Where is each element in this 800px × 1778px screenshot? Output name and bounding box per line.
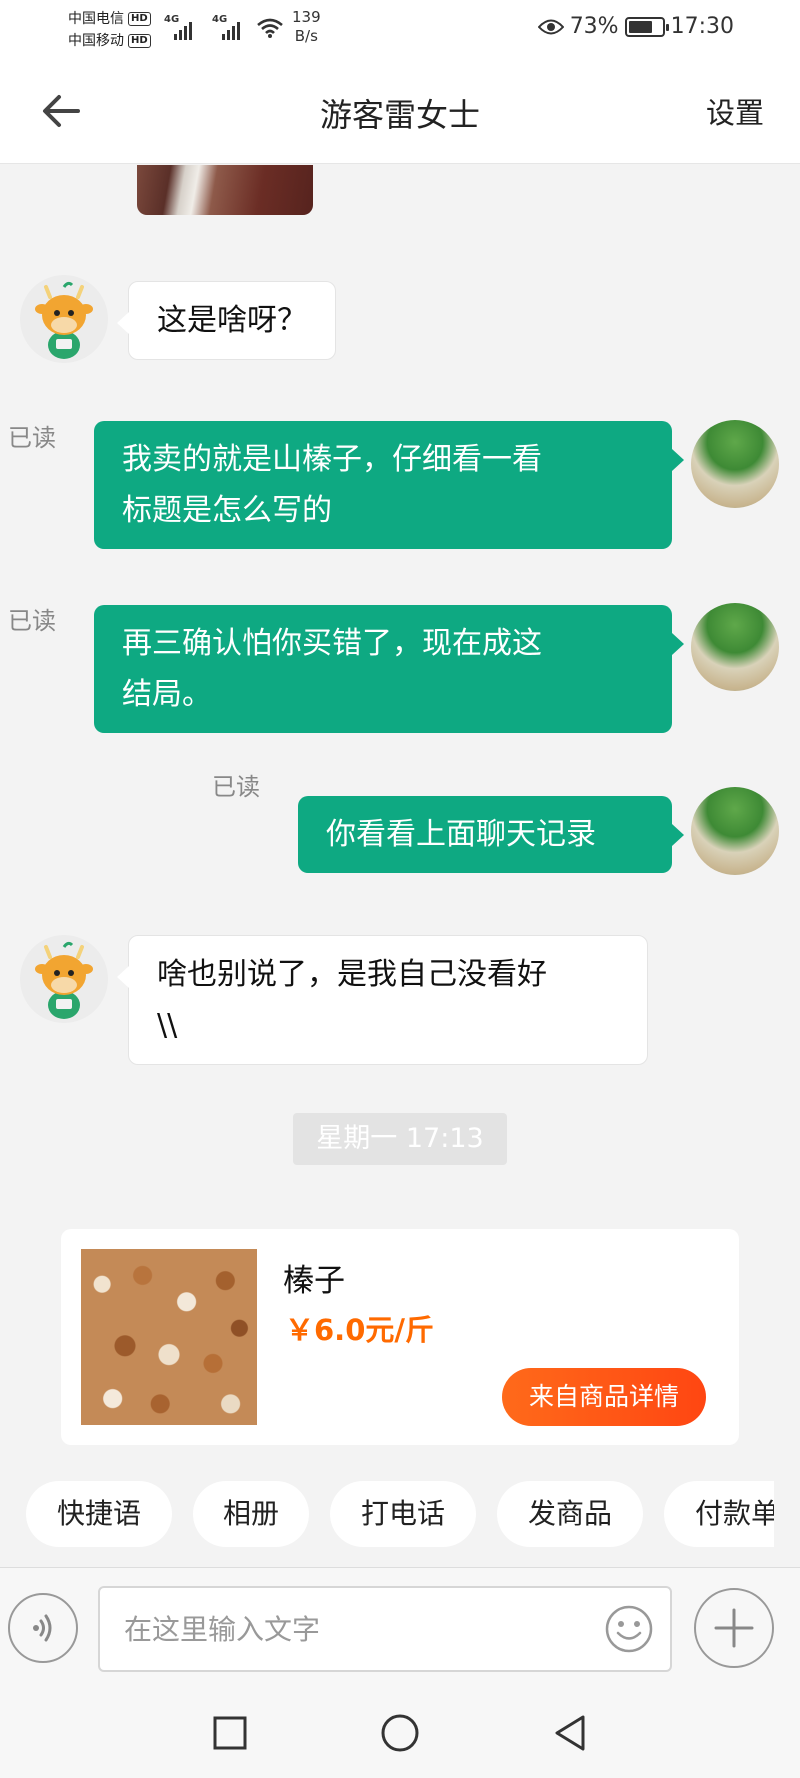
status-bar: 中国电信 HD 中国移动 HD 4G 4G 139 B/s 73% 17:30 xyxy=(0,0,800,58)
input-bar xyxy=(0,1567,800,1689)
message-text: 你看看上面聊天记录 xyxy=(326,817,596,852)
message-bubble[interactable]: 我卖的就是山榛子，仔细看一看 标题是怎么写的 xyxy=(94,421,684,549)
product-name: 榛子 xyxy=(283,1263,345,1299)
cow-mascot-icon xyxy=(35,281,93,359)
carrier-1: 中国电信 xyxy=(68,11,124,27)
nav-circle-icon xyxy=(381,1714,419,1752)
settings-button[interactable]: 设置 xyxy=(706,90,764,132)
hd-badge: HD xyxy=(128,12,151,26)
product-price: ￥6.0元/斤 xyxy=(285,1313,434,1347)
message-text-line: 结局。 xyxy=(122,677,212,712)
quick-phrases-chip[interactable]: 快捷语 xyxy=(26,1481,172,1547)
buyer-avatar[interactable] xyxy=(20,935,108,1023)
call-chip[interactable]: 打电话 xyxy=(330,1481,476,1547)
message-text-line: 啥也别说了，是我自己没看好 xyxy=(157,957,547,992)
page-title: 游客雷女士 xyxy=(319,96,480,134)
back-nav-button[interactable] xyxy=(548,1711,592,1755)
message-text-line: 标题是怎么写的 xyxy=(122,493,332,528)
cow-mascot-icon xyxy=(35,941,93,1019)
seller-avatar[interactable] xyxy=(691,787,779,875)
product-card[interactable]: 榛子 ￥6.0元/斤 来自商品详情 xyxy=(61,1229,739,1445)
status-right: 73% 17:30 xyxy=(537,14,734,39)
home-button[interactable] xyxy=(378,1711,422,1755)
message-bubble[interactable]: 啥也别说了，是我自己没看好 \\ xyxy=(117,935,648,1065)
message-bubble[interactable]: 你看看上面聊天记录 xyxy=(298,796,684,873)
message-input[interactable] xyxy=(100,1588,600,1670)
buyer-avatar[interactable] xyxy=(20,275,108,363)
system-nav-bar xyxy=(0,1689,800,1778)
signal-icon: 4G xyxy=(212,14,246,40)
more-options-button[interactable] xyxy=(694,1588,774,1668)
message-bubble[interactable]: 这是啥呀？ xyxy=(117,281,336,360)
seller-avatar[interactable] xyxy=(691,420,779,508)
emoji-icon[interactable] xyxy=(604,1604,654,1654)
image-message[interactable] xyxy=(137,165,313,215)
send-product-chip[interactable]: 发商品 xyxy=(497,1481,643,1547)
read-receipt: 已读 xyxy=(8,424,56,452)
message-bubble[interactable]: 再三确认怕你买错了，现在成这 结局。 xyxy=(94,605,684,733)
net-speed-unit: B/s xyxy=(294,27,318,45)
payment-chip[interactable]: 付款单 xyxy=(664,1481,774,1547)
carrier-2: 中国移动 xyxy=(68,33,124,49)
battery-percent: 73% xyxy=(569,14,619,39)
plus-icon xyxy=(714,1608,754,1648)
product-detail-button[interactable]: 来自商品详情 xyxy=(502,1368,706,1426)
wifi-icon xyxy=(257,18,283,38)
voice-icon xyxy=(33,1614,52,1642)
message-input-box[interactable] xyxy=(98,1586,672,1672)
message-text-line: 再三确认怕你买错了，现在成这 xyxy=(122,626,542,661)
carrier-info: 中国电信 HD 中国移动 HD xyxy=(68,8,151,52)
clock: 17:30 xyxy=(670,14,734,39)
signal-icon: 4G xyxy=(164,14,198,40)
time-divider: 星期一 17:13 xyxy=(293,1113,507,1165)
seller-avatar[interactable] xyxy=(691,603,779,691)
album-chip[interactable]: 相册 xyxy=(193,1481,309,1547)
net-speed-value: 139 xyxy=(292,8,321,26)
nav-square-icon xyxy=(213,1716,247,1750)
product-image[interactable] xyxy=(81,1249,257,1425)
battery-icon xyxy=(624,16,669,37)
message-text: 这是啥呀？ xyxy=(157,303,307,338)
message-text-line: \\ xyxy=(157,1008,178,1043)
chat-header: 游客雷女士 设置 xyxy=(0,58,800,164)
read-receipt: 已读 xyxy=(8,607,56,635)
signal-indicators: 4G 4G xyxy=(164,14,246,40)
message-text-line: 我卖的就是山榛子，仔细看一看 xyxy=(122,442,542,477)
voice-button[interactable] xyxy=(8,1593,78,1663)
nav-triangle-icon xyxy=(555,1715,585,1751)
hd-badge: HD xyxy=(128,34,151,48)
read-receipt: 已读 xyxy=(212,773,260,801)
eye-icon xyxy=(537,19,564,34)
net-speed: 139 B/s xyxy=(292,8,321,46)
quick-actions-bar: 快捷语 相册 打电话 发商品 付款单 xyxy=(0,1481,774,1547)
recents-button[interactable] xyxy=(208,1711,252,1755)
